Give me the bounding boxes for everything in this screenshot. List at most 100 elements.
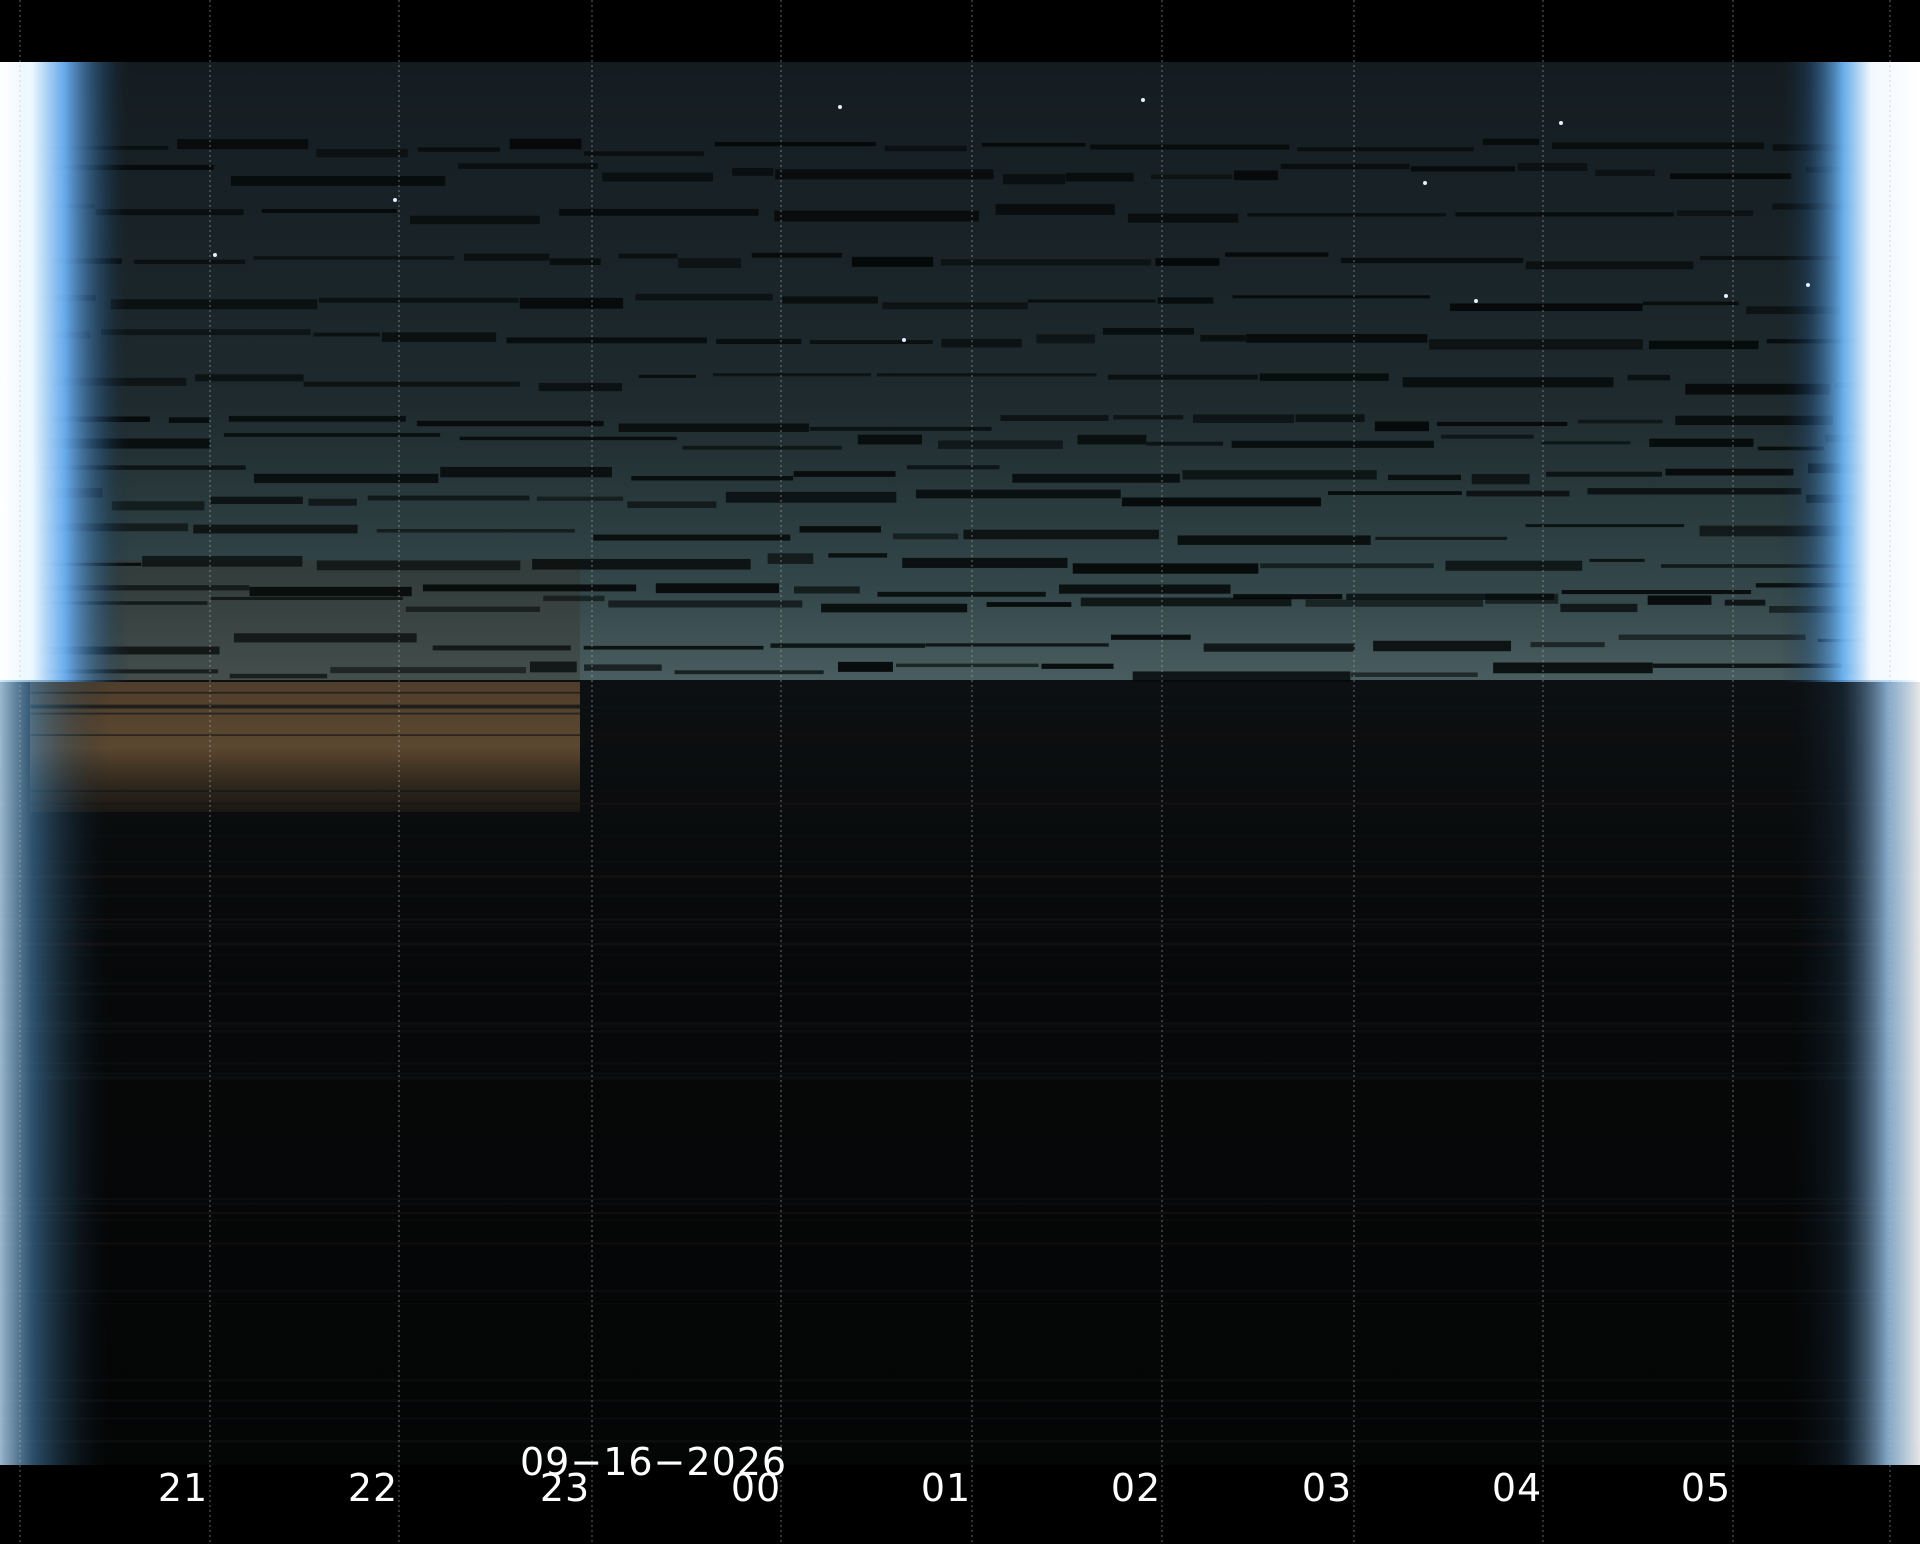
cloud-streak — [1577, 419, 1663, 424]
cloud-streak — [876, 373, 1097, 377]
cloud-streak — [583, 645, 764, 650]
cloud-streak — [1471, 473, 1530, 485]
cloud-streak — [1151, 174, 1233, 179]
cloud-streak — [925, 643, 1109, 647]
cloud-streak — [1546, 471, 1663, 477]
cloud-streak — [602, 172, 713, 182]
ground-streak — [0, 691, 1920, 694]
cloud-streak — [1552, 142, 1764, 150]
cloud-streak — [1541, 441, 1631, 445]
ground-streak — [0, 1197, 1920, 1201]
cloud-streak — [538, 383, 622, 392]
cloud-streak — [809, 426, 992, 431]
cloud-streak — [1036, 334, 1095, 344]
cloud-streak — [193, 524, 358, 534]
cloud-streak — [1102, 328, 1194, 335]
ground-streak — [0, 1202, 1920, 1205]
cloud-streak — [1259, 373, 1389, 381]
cloud-streak — [618, 423, 809, 432]
cloud-streak — [674, 670, 824, 675]
cloud-streak — [877, 591, 1046, 597]
cloud-streak — [915, 489, 1121, 499]
cloud-streak — [902, 557, 1068, 568]
cloud-streak — [100, 329, 311, 336]
cloud-streak — [559, 208, 759, 216]
cloud-streak — [261, 208, 397, 213]
cloud-streak — [1132, 671, 1351, 682]
hour-tick-label: 21 — [157, 1466, 209, 1510]
cloud-streak — [627, 501, 717, 508]
cloud-streak — [774, 210, 980, 222]
cloud-streak — [210, 496, 303, 505]
cloud-streak — [195, 374, 304, 382]
cloud-streak — [1410, 166, 1515, 172]
cloud-streak — [1440, 434, 1534, 439]
cloud-streak — [1155, 258, 1220, 266]
cloud-streak — [1351, 672, 1478, 677]
cloud-streak — [1113, 415, 1184, 420]
cloud-streak — [211, 596, 403, 601]
cloud-streak — [1297, 147, 1474, 152]
ground-streak — [0, 918, 1920, 921]
cloud-streak — [770, 643, 926, 648]
cloud-streak — [519, 297, 624, 309]
cloud-streak — [906, 465, 1000, 470]
hour-tick-label: 01 — [920, 1466, 972, 1510]
cloud-streak — [1072, 563, 1259, 574]
cloud-streak — [223, 433, 441, 437]
cloud-streak — [509, 138, 582, 150]
hour-tick-label: 23 — [539, 1466, 591, 1510]
cloud-streak — [1200, 334, 1246, 342]
ground-streak — [0, 954, 1920, 956]
cloud-streak — [1517, 163, 1588, 172]
cloud-streak — [725, 491, 897, 503]
cloud-streak — [459, 436, 677, 441]
cloud-streak — [1530, 642, 1605, 648]
cloud-streak — [440, 466, 612, 478]
cloud-streak — [1260, 563, 1434, 569]
ground-streak — [0, 705, 1920, 709]
cloud-streak — [253, 473, 439, 484]
cloud-streak — [1002, 174, 1066, 185]
cloud-streak — [1000, 415, 1109, 421]
cloud-streak — [308, 498, 357, 506]
cloud-streak — [782, 296, 878, 304]
cloud-streak — [432, 645, 571, 651]
ground-streak — [0, 1219, 1920, 1222]
star-point — [1559, 121, 1563, 125]
cloud-streak — [1012, 473, 1180, 483]
cloud-streak — [638, 374, 696, 378]
ground-streak — [0, 1026, 1920, 1028]
cloud-streak — [716, 338, 802, 344]
cloud-streak — [635, 293, 773, 301]
cloud-streak — [1485, 593, 1559, 604]
cloud-streak — [1059, 584, 1231, 594]
cloud-streak — [1157, 297, 1214, 304]
cloud-streak — [1110, 634, 1191, 640]
cloud-streak — [1482, 138, 1540, 145]
hour-tick-label: 05 — [1680, 1466, 1732, 1510]
cloud-streak — [1090, 144, 1290, 150]
cloud-streak — [303, 381, 520, 387]
ground-streak — [0, 802, 1920, 805]
keogram-image — [0, 0, 1920, 1544]
ground-streak — [0, 734, 1920, 736]
cloud-streak — [828, 553, 888, 558]
cloud-streak — [655, 583, 779, 594]
cloud-streak — [506, 337, 707, 344]
cloud-streak — [330, 667, 527, 674]
cloud-streak — [318, 297, 519, 303]
cloud-streak — [249, 586, 412, 597]
star-point — [1423, 181, 1427, 185]
cloud-streak — [229, 673, 328, 679]
cloud-streak — [416, 420, 604, 427]
ground-streak — [0, 942, 1920, 946]
cloud-streak — [767, 553, 814, 564]
star-point — [1724, 294, 1728, 298]
star-point — [213, 253, 217, 257]
cloud-streak — [133, 259, 246, 265]
cloud-streak — [1121, 497, 1322, 507]
cloud-streak — [1670, 173, 1792, 180]
cloud-streak — [1374, 421, 1429, 432]
cloud-streak — [1177, 535, 1371, 545]
